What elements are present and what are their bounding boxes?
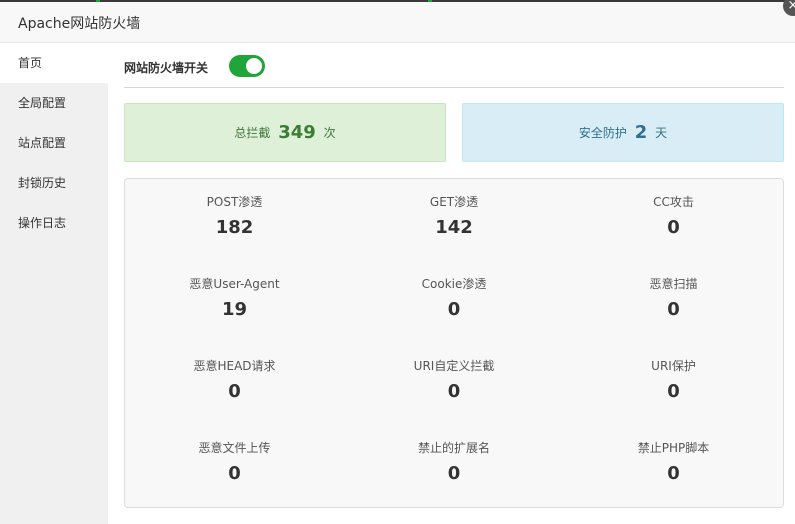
stats-panel: POST渗透 182 GET渗透 142 CC攻击 0 恶意User-Agent 19 …: [124, 178, 784, 508]
toggle-knob: [246, 58, 262, 74]
stat-cookie-penetration: Cookie渗透 0: [344, 275, 564, 357]
stat-post-penetration: POST渗透 182: [125, 193, 344, 275]
stat-malicious-upload: 恶意文件上传 0: [125, 439, 344, 521]
stat-label: 恶意User-Agent: [189, 277, 280, 291]
sidebar: 首页 全局配置 站点配置 封锁历史 操作日志: [0, 43, 108, 524]
stat-label: CC攻击: [653, 195, 694, 209]
sidebar-item-operation-log[interactable]: 操作日志: [0, 203, 108, 243]
close-icon[interactable]: ×: [783, 0, 795, 16]
stat-uri-custom-block: URI自定义拦截 0: [344, 357, 564, 439]
total-block-prefix: 总拦截: [234, 126, 271, 140]
stat-malicious-head: 恶意HEAD请求 0: [125, 357, 344, 439]
stat-value: 0: [447, 463, 461, 484]
stat-value: 0: [228, 463, 241, 484]
total-block-unit: 次: [323, 126, 336, 140]
total-block-card: 总拦截 349 次: [124, 103, 446, 162]
protect-days-unit: 天: [655, 126, 668, 140]
firewall-toggle[interactable]: [229, 55, 265, 77]
stat-label: URI自定义拦截: [413, 359, 495, 373]
stat-value: 0: [667, 463, 680, 484]
stat-label: POST渗透: [206, 195, 263, 209]
total-block-count: 349: [278, 122, 316, 143]
stat-get-penetration: GET渗透 142: [344, 193, 564, 275]
stat-value: 0: [228, 381, 241, 402]
stat-label: 禁止的扩展名: [417, 441, 490, 455]
stat-forbidden-php: 禁止PHP脚本 0: [564, 439, 783, 521]
stat-value: 0: [447, 381, 461, 402]
stat-value: 0: [447, 299, 461, 320]
stat-uri-protection: URI保护 0: [564, 357, 783, 439]
firewall-switch-label: 网站防火墙开关: [124, 61, 209, 75]
stat-value: 19: [221, 299, 248, 320]
sidebar-item-label: 封锁历史: [18, 176, 67, 190]
sidebar-item-label: 首页: [18, 56, 43, 70]
stat-label: Cookie渗透: [421, 277, 487, 291]
sidebar-item-label: 全局配置: [18, 96, 67, 110]
stats-grid: POST渗透 182 GET渗透 142 CC攻击 0 恶意User-Agent 19 …: [125, 179, 783, 521]
protect-days-prefix: 安全防护: [578, 126, 627, 140]
sidebar-item-site-config[interactable]: 站点配置: [0, 123, 108, 163]
stat-value: 0: [667, 217, 680, 238]
firewall-switch-row: 网站防火墙开关: [124, 55, 784, 88]
stat-value: 0: [667, 381, 680, 402]
stat-value: 142: [435, 217, 473, 238]
sidebar-item-global-config[interactable]: 全局配置: [0, 83, 108, 123]
stat-cc-attack: CC攻击 0: [564, 193, 783, 275]
dialog-titlebar: Apache网站防火墙 ×: [0, 0, 795, 43]
stat-label: 恶意文件上传: [198, 441, 271, 455]
sidebar-item-label: 站点配置: [18, 136, 67, 150]
dialog-title: Apache网站防火墙: [18, 16, 141, 32]
stat-label: 恶意扫描: [649, 277, 698, 291]
main-content: 网站防火墙开关 总拦截 349 次 安全防护 2 天 POST渗透 182 GET…: [108, 43, 795, 524]
stat-malicious-user-agent: 恶意User-Agent 19: [125, 275, 344, 357]
stat-value: 0: [667, 299, 680, 320]
stat-label: 恶意HEAD请求: [193, 359, 276, 373]
stat-label: 禁止PHP脚本: [637, 441, 710, 455]
sidebar-item-label: 操作日志: [18, 216, 67, 230]
stat-value: 182: [215, 217, 254, 238]
protect-days-count: 2: [634, 122, 648, 143]
sidebar-item-block-history[interactable]: 封锁历史: [0, 163, 108, 203]
stat-malicious-scan: 恶意扫描 0: [564, 275, 783, 357]
stat-label: GET渗透: [429, 195, 479, 209]
stat-label: URI保护: [651, 359, 696, 373]
protect-days-card: 安全防护 2 天: [462, 103, 784, 162]
sidebar-item-home[interactable]: 首页: [0, 43, 108, 83]
stat-forbidden-extension: 禁止的扩展名 0: [344, 439, 564, 521]
